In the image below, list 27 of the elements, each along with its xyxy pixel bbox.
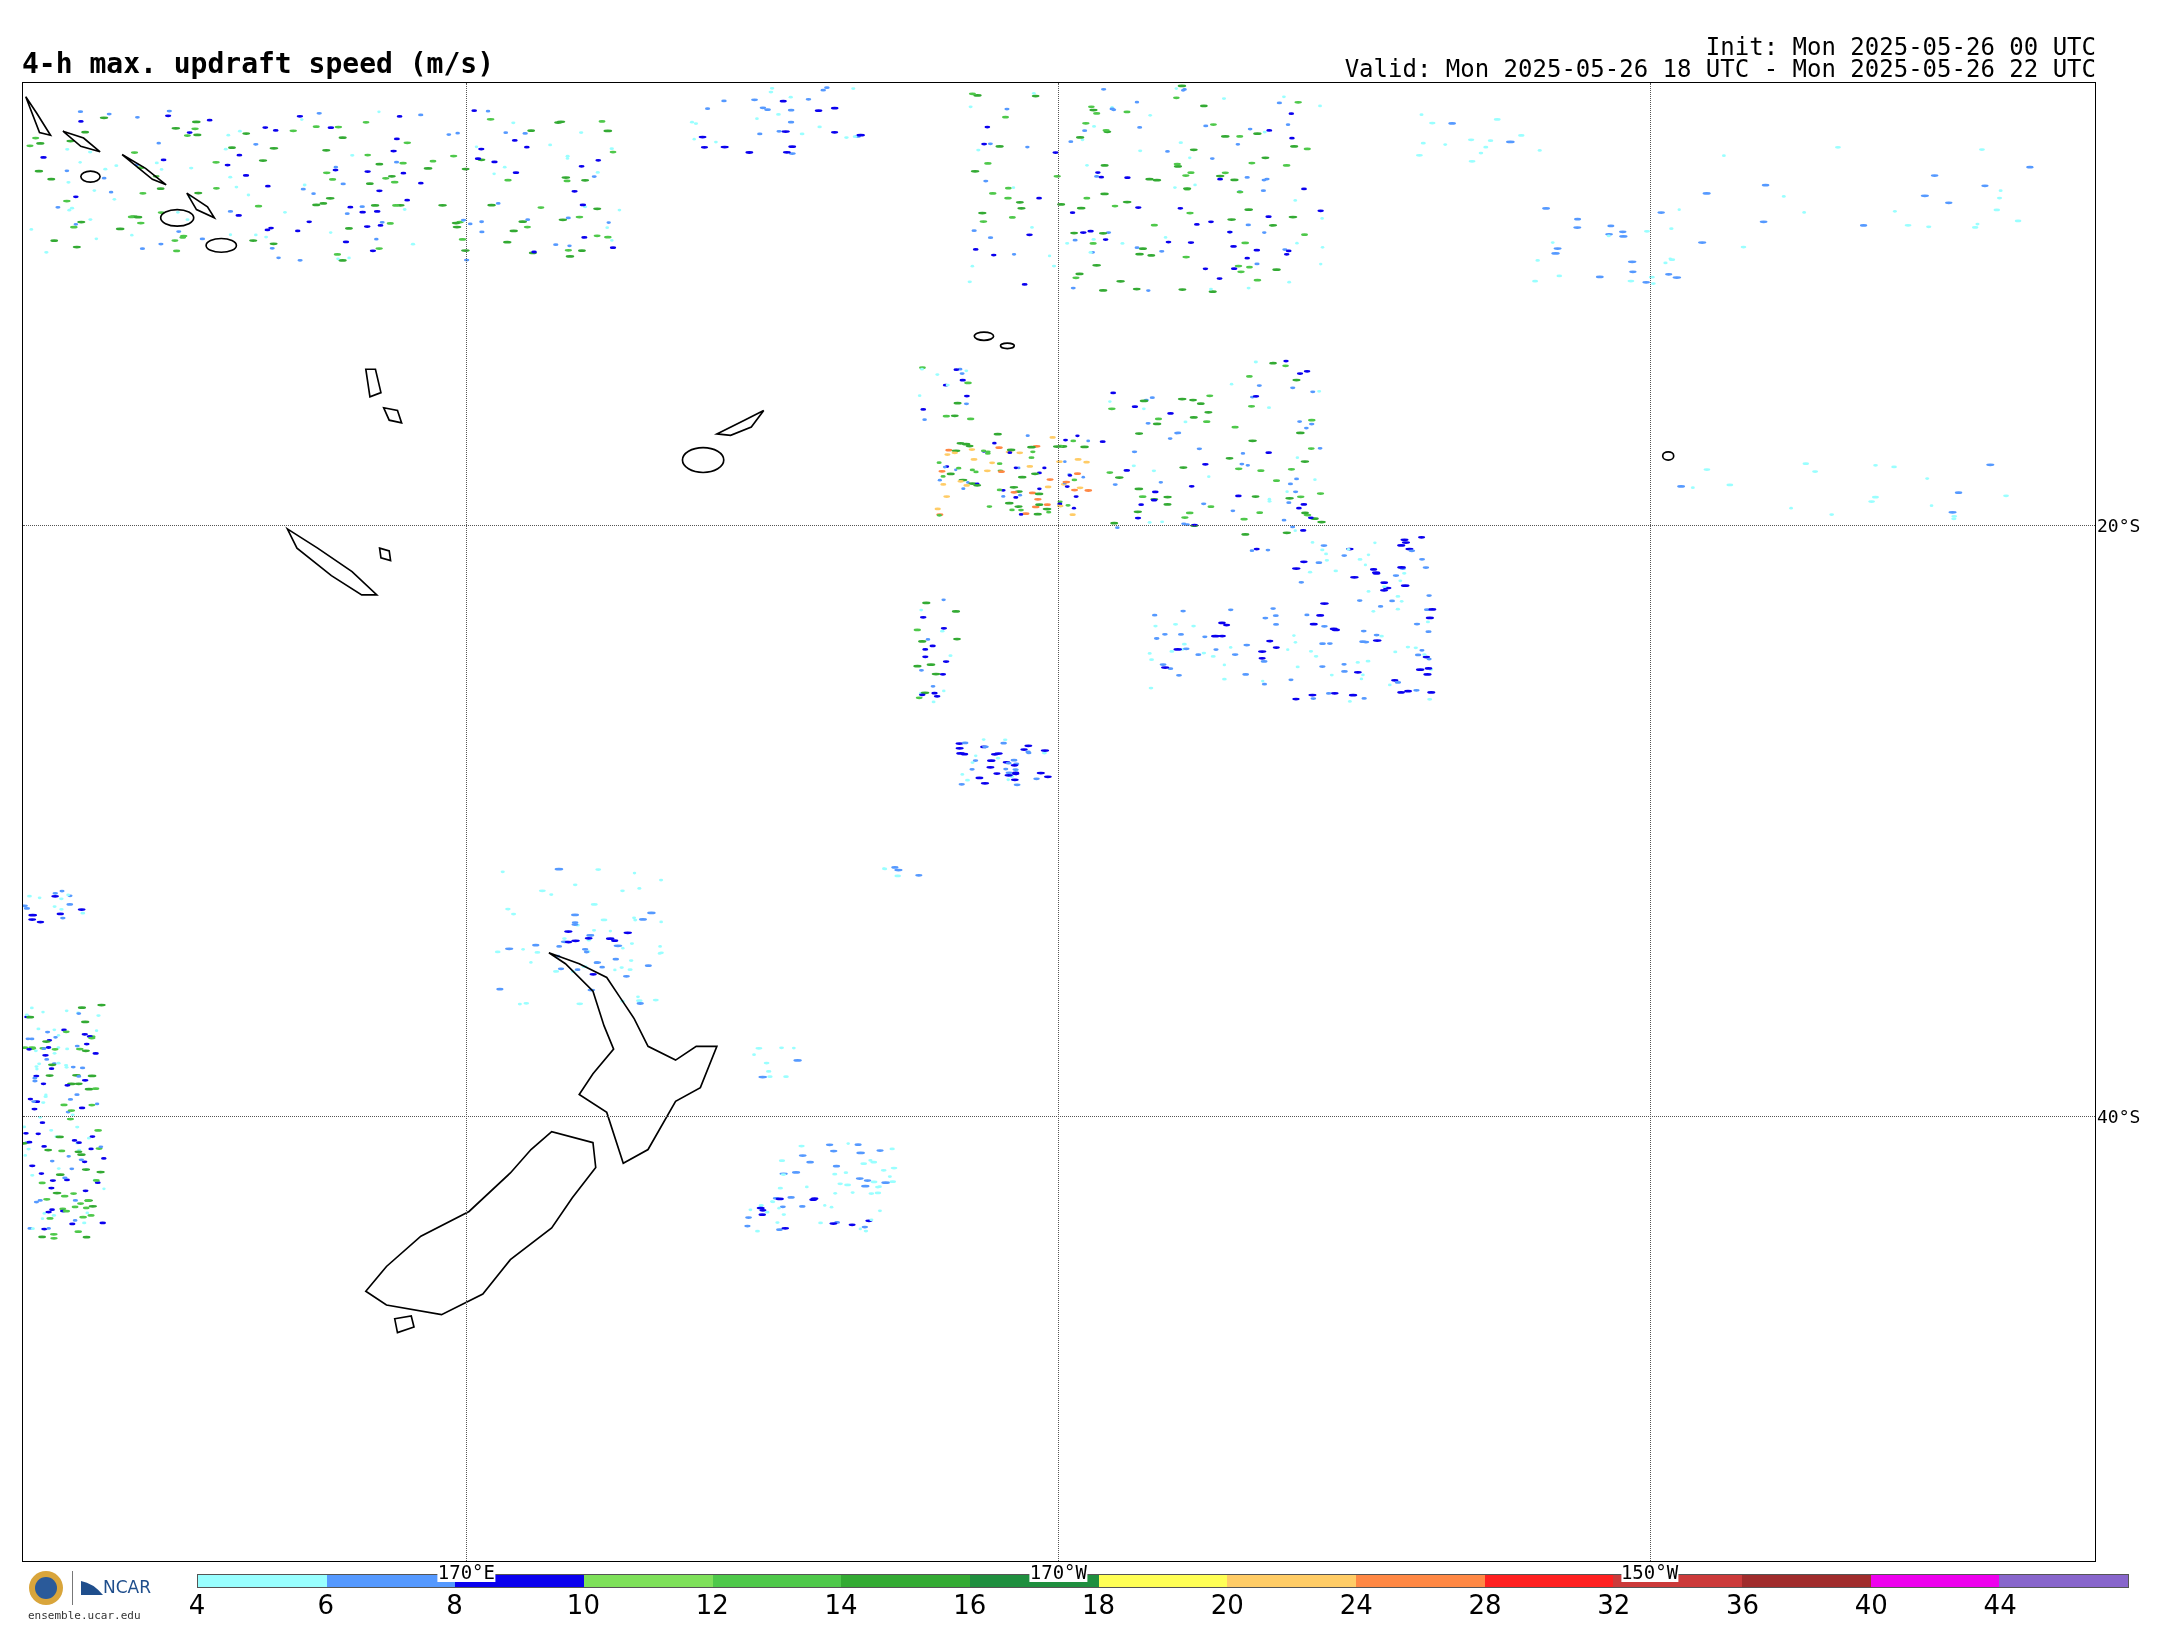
scale-tick-label: 16 bbox=[953, 1590, 987, 1620]
scale-tick-label: 24 bbox=[1339, 1590, 1373, 1620]
scale-tick-label: 14 bbox=[824, 1590, 858, 1620]
website-text: ensemble.ucar.edu bbox=[28, 1608, 142, 1624]
scale-tick-label: 12 bbox=[695, 1590, 729, 1620]
chart-title: 4-h max. updraft speed (m/s) bbox=[22, 48, 494, 80]
ncar-logo-text: NCAR bbox=[103, 1576, 152, 1600]
longitude-label: 170°E bbox=[437, 1562, 495, 1582]
scale-tick-label: 44 bbox=[1983, 1590, 2017, 1620]
scale-tick-label: 40 bbox=[1854, 1590, 1888, 1620]
scale-tick-label: 28 bbox=[1468, 1590, 1502, 1620]
seal-logo-icon bbox=[28, 1570, 64, 1606]
scale-tick-label: 8 bbox=[446, 1590, 463, 1620]
valid-time-text: Valid: Mon 2025-05-26 18 UTC - Mon 2025-05-26 22 UTC bbox=[1344, 58, 2096, 80]
scale-tick-label: 4 bbox=[188, 1590, 206, 1620]
scale-tick-label: 18 bbox=[1082, 1590, 1116, 1620]
longitude-label: 150°W bbox=[1620, 1562, 1679, 1582]
scale-tick-label: 36 bbox=[1726, 1590, 1760, 1620]
scale-tick-label: 6 bbox=[317, 1590, 335, 1620]
scale-tick-label: 10 bbox=[566, 1590, 600, 1620]
ncar-logo-icon bbox=[81, 1579, 103, 1597]
init-time-text: Init: Mon 2025-05-26 00 UTC bbox=[1705, 36, 2096, 58]
scale-tick-label: 32 bbox=[1597, 1590, 1631, 1620]
longitude-label: 170°W bbox=[1029, 1562, 1087, 1582]
latitude-label: 20°S bbox=[2097, 513, 2141, 538]
latitude-label: 40°S bbox=[2097, 1104, 2141, 1129]
scale-tick-label: 20 bbox=[1210, 1590, 1244, 1620]
